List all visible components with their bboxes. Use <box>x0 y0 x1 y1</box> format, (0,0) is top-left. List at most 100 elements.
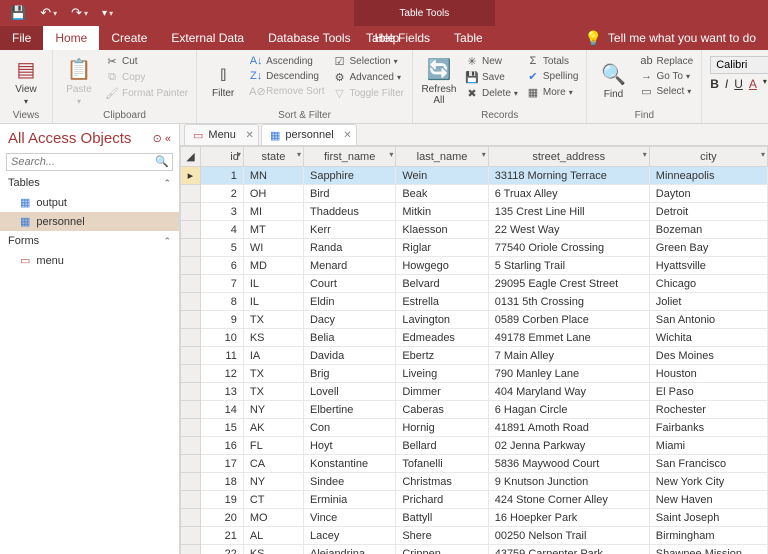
tell-me[interactable]: 💡 Tell me what you want to do <box>572 26 768 50</box>
row-selector[interactable] <box>181 437 201 455</box>
cell-city[interactable]: Joliet <box>649 293 767 311</box>
tab-table-fields[interactable]: Table Fields <box>354 26 442 50</box>
nav-category-tables[interactable]: Tables ⌃ <box>0 173 179 193</box>
cell-id[interactable]: 10 <box>200 329 243 347</box>
doc-tab-menu[interactable]: ▭ Menu ✕ <box>184 124 259 145</box>
row-selector[interactable] <box>181 545 201 554</box>
cell-id[interactable]: 15 <box>200 419 243 437</box>
chevron-down-icon[interactable]: ▾ <box>237 150 241 159</box>
cell-city[interactable]: Shawnee Mission <box>649 545 767 554</box>
toggle-filter-button[interactable]: ▽Toggle Filter <box>331 86 406 101</box>
cell-id[interactable]: 18 <box>200 473 243 491</box>
cell-first-name[interactable]: Kerr <box>303 221 395 239</box>
cell-first-name[interactable]: Hoyt <box>303 437 395 455</box>
table-row[interactable]: 19CTErminiaPrichard424 Stone Corner Alle… <box>181 491 768 509</box>
table-row[interactable]: 11IADavidaEbertz7 Main AlleyDes Moines <box>181 347 768 365</box>
cell-city[interactable]: New York City <box>649 473 767 491</box>
cell-street-address[interactable]: 41891 Amoth Road <box>488 419 649 437</box>
cell-city[interactable]: Des Moines <box>649 347 767 365</box>
row-selector[interactable] <box>181 509 201 527</box>
cell-last-name[interactable]: Bellard <box>396 437 488 455</box>
cell-state[interactable]: MO <box>243 509 303 527</box>
cell-street-address[interactable]: 790 Manley Lane <box>488 365 649 383</box>
cell-id[interactable]: 12 <box>200 365 243 383</box>
cell-state[interactable]: AK <box>243 419 303 437</box>
cell-street-address[interactable]: 135 Crest Line Hill <box>488 203 649 221</box>
cell-street-address[interactable]: 5 Starling Trail <box>488 257 649 275</box>
find-button[interactable]: 🔍 Find <box>593 54 633 108</box>
table-row[interactable]: 21ALLaceyShere00250 Nelson TrailBirmingh… <box>181 527 768 545</box>
cell-street-address[interactable]: 00250 Nelson Trail <box>488 527 649 545</box>
table-row[interactable]: 3MIThaddeusMitkin135 Crest Line HillDetr… <box>181 203 768 221</box>
cell-first-name[interactable]: Davida <box>303 347 395 365</box>
cell-street-address[interactable]: 424 Stone Corner Alley <box>488 491 649 509</box>
col-first-name[interactable]: first_name▾ <box>303 147 395 167</box>
nav-item-personnel[interactable]: ▦personnel <box>0 212 179 231</box>
cell-id[interactable]: 21 <box>200 527 243 545</box>
row-selector[interactable] <box>181 311 201 329</box>
table-row[interactable]: 7ILCourtBelvard29095 Eagle Crest StreetC… <box>181 275 768 293</box>
descending-button[interactable]: Z↓Descending <box>247 69 326 83</box>
row-selector[interactable] <box>181 293 201 311</box>
format-painter-button[interactable]: 🖌Format Painter <box>103 86 190 101</box>
cell-first-name[interactable]: Randa <box>303 239 395 257</box>
cell-last-name[interactable]: Tofanelli <box>396 455 488 473</box>
cell-city[interactable]: Wichita <box>649 329 767 347</box>
redo-icon[interactable]: ↷ <box>67 3 92 23</box>
cell-state[interactable]: MD <box>243 257 303 275</box>
cell-street-address[interactable]: 404 Maryland Way <box>488 383 649 401</box>
bold-button[interactable]: B <box>710 77 719 91</box>
cell-city[interactable]: Bozeman <box>649 221 767 239</box>
italic-button[interactable]: I <box>725 77 728 91</box>
cell-id[interactable]: 4 <box>200 221 243 239</box>
cell-id[interactable]: 7 <box>200 275 243 293</box>
cell-id[interactable]: 3 <box>200 203 243 221</box>
cell-id[interactable]: 16 <box>200 437 243 455</box>
row-selector[interactable] <box>181 275 201 293</box>
cell-last-name[interactable]: Belvard <box>396 275 488 293</box>
copy-button[interactable]: ⧉Copy <box>103 70 190 85</box>
cell-first-name[interactable]: Eldin <box>303 293 395 311</box>
cell-city[interactable]: San Francisco <box>649 455 767 473</box>
cell-id[interactable]: 20 <box>200 509 243 527</box>
cell-first-name[interactable]: Menard <box>303 257 395 275</box>
chevron-down-icon[interactable]: ▾ <box>761 150 765 159</box>
cell-last-name[interactable]: Ebertz <box>396 347 488 365</box>
cell-id[interactable]: 17 <box>200 455 243 473</box>
table-row[interactable]: 15AKConHornig41891 Amoth RoadFairbanks <box>181 419 768 437</box>
col-state[interactable]: state▾ <box>243 147 303 167</box>
tab-table[interactable]: Table <box>442 26 495 50</box>
underline-button[interactable]: U <box>734 77 743 91</box>
cell-street-address[interactable]: 7 Main Alley <box>488 347 649 365</box>
tab-file[interactable]: File <box>0 26 43 50</box>
cell-street-address[interactable]: 16 Hoepker Park <box>488 509 649 527</box>
cell-state[interactable]: CT <box>243 491 303 509</box>
remove-sort-button[interactable]: A⊘Remove Sort <box>247 84 326 99</box>
cell-city[interactable]: New Haven <box>649 491 767 509</box>
row-selector[interactable] <box>181 419 201 437</box>
cell-first-name[interactable]: Belia <box>303 329 395 347</box>
cell-last-name[interactable]: Klaesson <box>396 221 488 239</box>
cell-first-name[interactable]: Dacy <box>303 311 395 329</box>
cell-first-name[interactable]: Sindee <box>303 473 395 491</box>
col-street-address[interactable]: street_address▾ <box>488 147 649 167</box>
row-selector[interactable]: ▸ <box>181 167 201 185</box>
cell-id[interactable]: 14 <box>200 401 243 419</box>
row-selector[interactable] <box>181 383 201 401</box>
table-row[interactable]: 2OHBirdBeak6 Truax AlleyDayton <box>181 185 768 203</box>
cell-id[interactable]: 1 <box>200 167 243 185</box>
cell-first-name[interactable]: Vince <box>303 509 395 527</box>
ascending-button[interactable]: A↓Ascending <box>247 54 326 68</box>
table-row[interactable]: 16FLHoytBellard02 Jenna ParkwayMiami <box>181 437 768 455</box>
table-row[interactable]: 5WIRandaRiglar77540 Oriole CrossingGreen… <box>181 239 768 257</box>
cell-first-name[interactable]: Court <box>303 275 395 293</box>
close-icon[interactable]: ✕ <box>343 130 351 141</box>
cell-last-name[interactable]: Battyll <box>396 509 488 527</box>
replace-button[interactable]: abReplace <box>637 54 695 68</box>
table-row[interactable]: 18NYSindeeChristmas9 Knutson JunctionNew… <box>181 473 768 491</box>
col-id[interactable]: id▾ <box>200 147 243 167</box>
cell-state[interactable]: WI <box>243 239 303 257</box>
tab-database-tools[interactable]: Database Tools <box>256 26 363 50</box>
cell-city[interactable]: Miami <box>649 437 767 455</box>
row-selector[interactable] <box>181 455 201 473</box>
